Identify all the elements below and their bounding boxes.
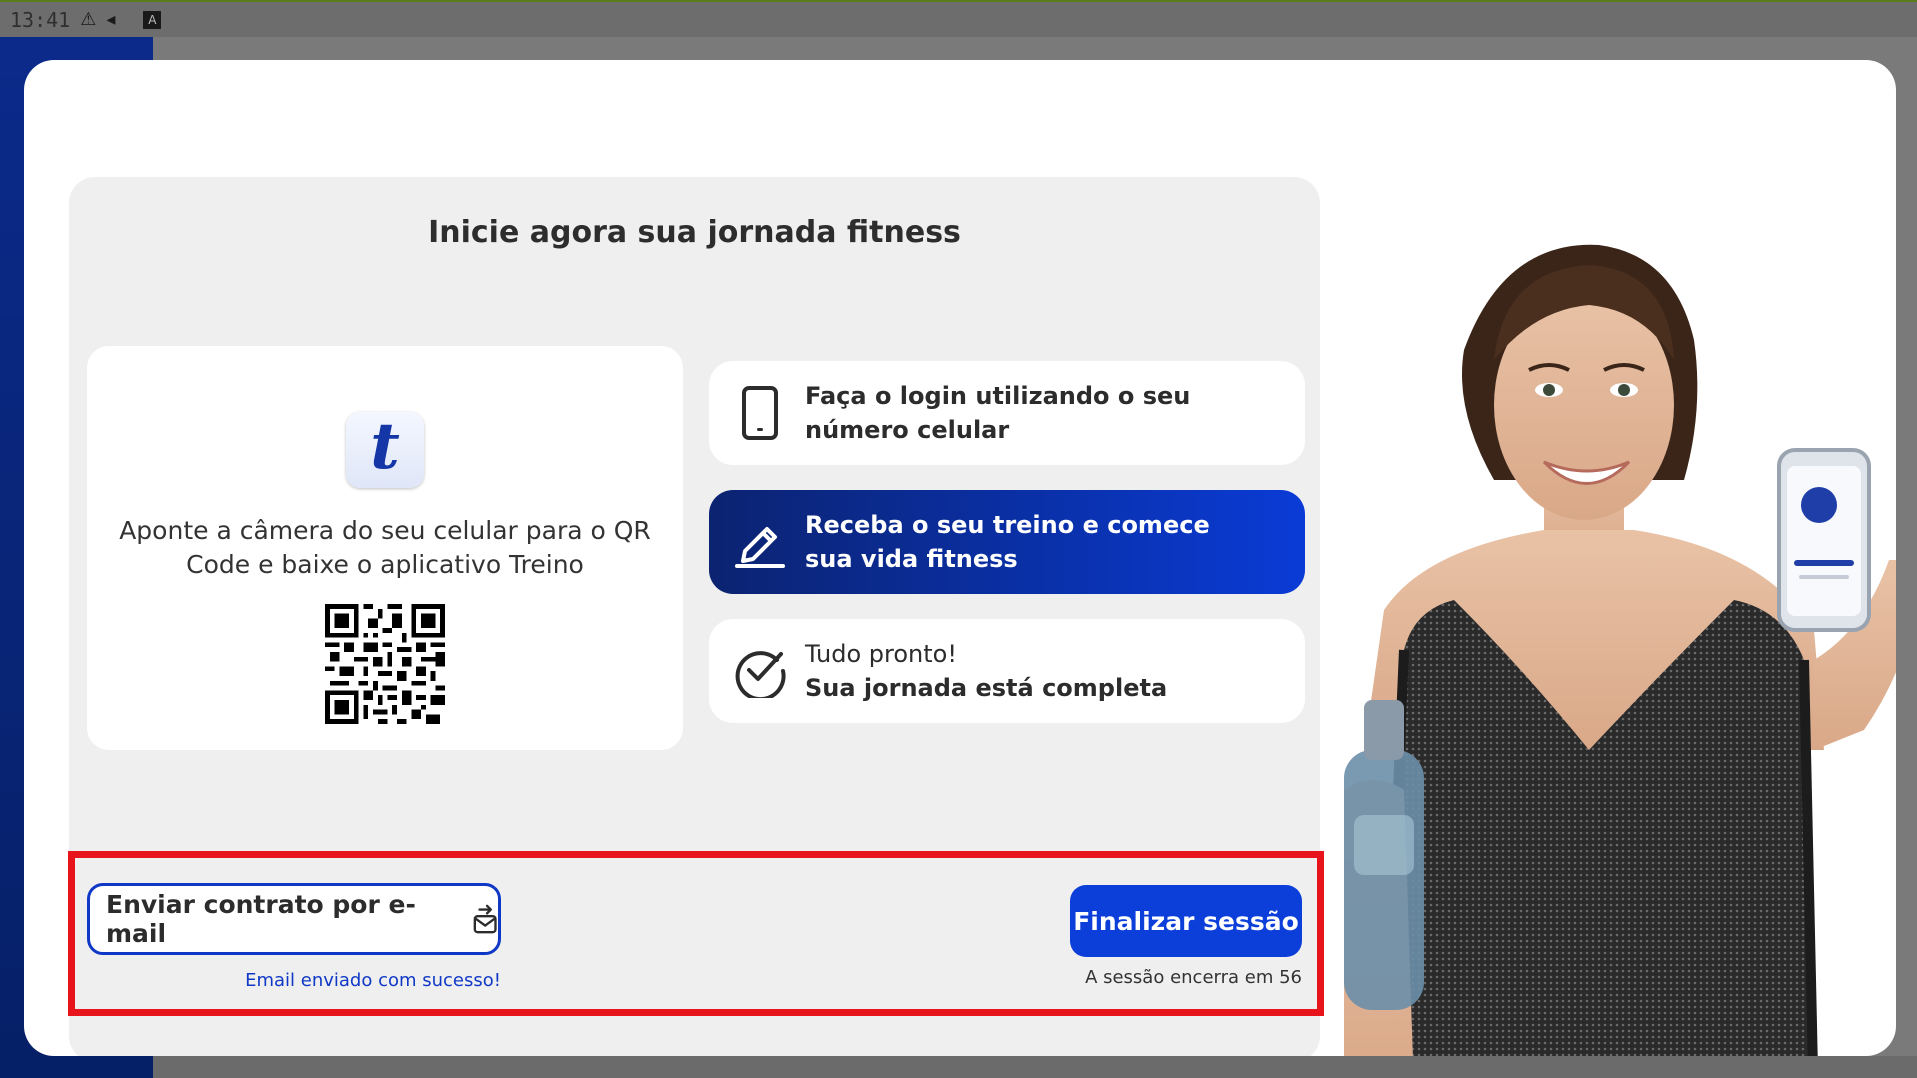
send-contract-email-label: Enviar contrato por e-mail <box>106 890 416 948</box>
mail-send-icon <box>473 904 497 934</box>
page-title: Inicie agora sua jornada fitness <box>428 215 961 250</box>
step-complete-line1: Tudo pronto! <box>805 640 957 668</box>
email-status-message: Email enviado com sucesso! <box>245 970 501 991</box>
session-timer: A sessão encerra em 56 <box>1085 967 1302 988</box>
speaker-icon: ◂ <box>106 9 116 30</box>
qr-card: t Aponte a câmera do seu celular para o … <box>87 346 683 750</box>
pencil-icon <box>725 507 795 577</box>
step-login-text: Faça o login utilizando o seu número cel… <box>805 382 1191 444</box>
step-complete-line2: Sua jornada está completa <box>805 674 1168 702</box>
qr-instruction: Aponte a câmera do seu celular para o QR… <box>119 516 651 579</box>
warning-icon: ⚠ <box>80 9 97 30</box>
app-badge: A <box>143 10 162 29</box>
app-logo-letter: t <box>370 409 400 484</box>
status-bar: 13:41 ⚠ ◂ A <box>0 0 1917 37</box>
smartphone-icon <box>725 378 795 448</box>
step-training: Receba o seu treino e comece sua vida fi… <box>709 490 1305 594</box>
send-contract-email-button[interactable]: Enviar contrato por e-mail <box>87 883 501 955</box>
background-bottom <box>153 1056 1917 1078</box>
finish-session-button[interactable]: Finalizar sessão <box>1070 885 1302 957</box>
status-time: 13:41 <box>10 7 71 32</box>
check-circle-icon <box>725 636 795 706</box>
fitness-woman-illustration <box>1344 244 1896 1056</box>
qr-code <box>325 604 445 724</box>
step-complete-text: Tudo pronto! Sua jornada está completa <box>805 637 1167 705</box>
step-login: Faça o login utilizando o seu número cel… <box>709 361 1305 465</box>
step-complete: Tudo pronto! Sua jornada está completa <box>709 619 1305 723</box>
app-logo: t <box>346 412 424 488</box>
step-training-text: Receba o seu treino e comece sua vida fi… <box>805 511 1210 573</box>
